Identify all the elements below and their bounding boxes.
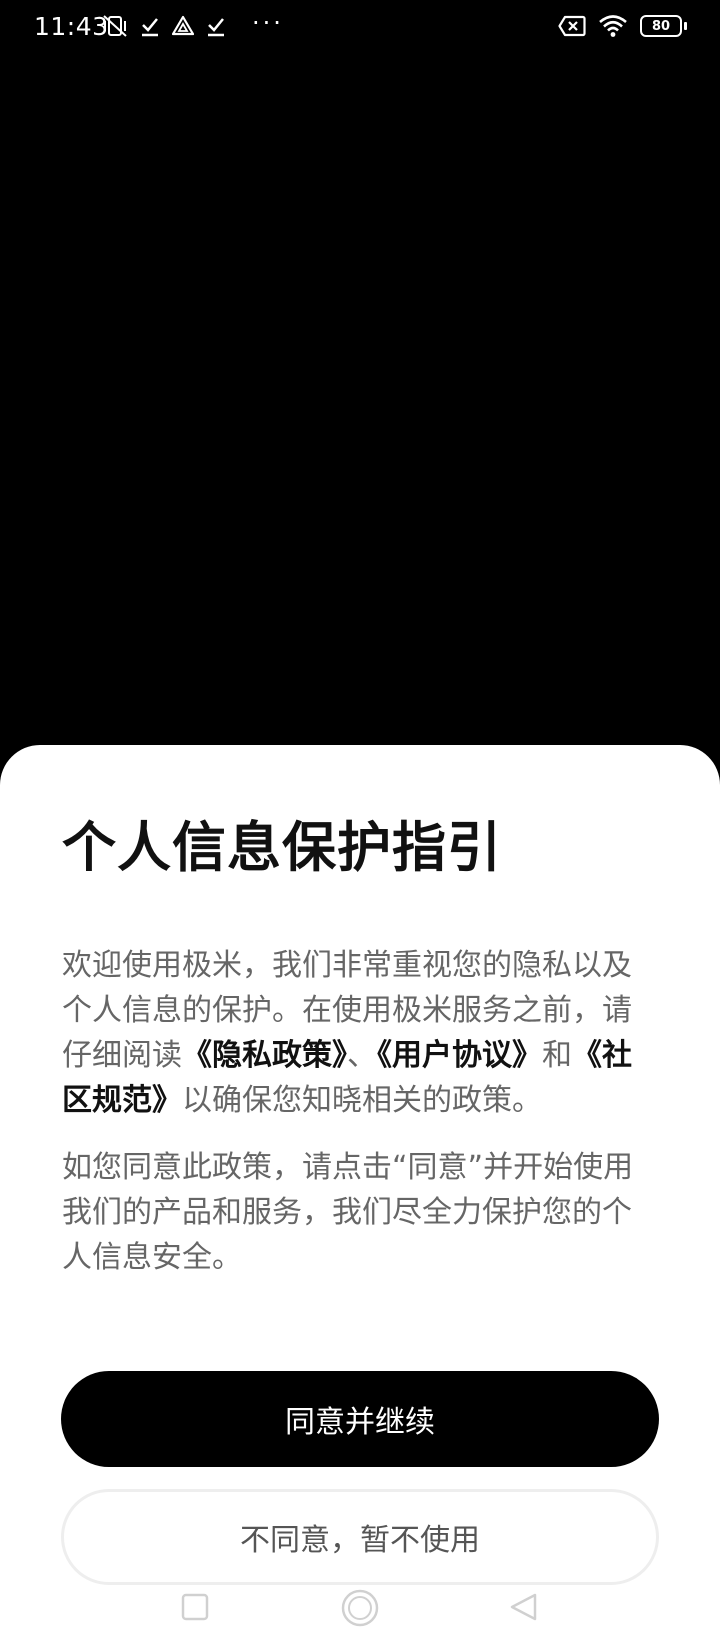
drive-icon xyxy=(172,15,194,37)
consent-line-2: 我们的产品和服务，我们尽全力保护您的个 xyxy=(62,1195,632,1230)
no-sim-icon xyxy=(558,15,586,37)
read-carefully-text: 仔细阅读 xyxy=(62,1038,182,1073)
separator-text: 、 xyxy=(347,1038,377,1073)
status-bar: 11:43 ··· 80 xyxy=(0,0,720,56)
home-icon[interactable] xyxy=(340,1588,380,1632)
and-text: 和 xyxy=(542,1038,572,1073)
community-guidelines-link-cont[interactable]: 区规范》 xyxy=(62,1083,182,1118)
privacy-intro-paragraph: 欢迎使用极米，我们非常重视您的隐私以及 个人信息的保护。在使用极米服务之前，请 … xyxy=(62,943,658,1123)
system-icons: 80 xyxy=(558,14,687,38)
check-icon xyxy=(140,15,160,37)
privacy-policy-link[interactable]: 《隐私政策》 xyxy=(182,1038,347,1073)
battery-level: 80 xyxy=(651,18,671,34)
disagree-button[interactable]: 不同意，暂不使用 xyxy=(61,1489,659,1585)
check-icon xyxy=(206,15,226,37)
intro-line-1: 欢迎使用极米，我们非常重视您的隐私以及 xyxy=(62,948,632,983)
dialog-title: 个人信息保护指引 xyxy=(62,816,502,879)
user-agreement-link[interactable]: 《用户协议》 xyxy=(377,1038,542,1073)
intro-line-3: 仔细阅读《隐私政策》、《用户协议》和《社 xyxy=(62,1033,658,1078)
consent-paragraph: 如您同意此政策，请点击“同意”并开始使用 我们的产品和服务，我们尽全力保护您的个… xyxy=(62,1145,658,1280)
consent-line-3: 人信息安全。 xyxy=(62,1240,242,1275)
notification-icons: ··· xyxy=(102,9,284,38)
intro-line-2: 个人信息的保护。在使用极米服务之前，请 xyxy=(62,993,632,1028)
privacy-dialog: 个人信息保护指引 欢迎使用极米，我们非常重视您的隐私以及 个人信息的保护。在使用… xyxy=(0,745,720,1650)
ensure-text: 以确保您知晓相关的政策。 xyxy=(182,1083,542,1118)
community-guidelines-link[interactable]: 《社 xyxy=(572,1038,632,1073)
status-time: 11:43 xyxy=(34,12,109,41)
agree-continue-button[interactable]: 同意并继续 xyxy=(61,1371,659,1467)
more-notifications-icon: ··· xyxy=(252,9,284,37)
vibrate-off-icon xyxy=(102,14,128,38)
app-screen: 11:43 ··· 80 个人信息保护指引 欢迎使用极米，我们非常重视您的隐私以… xyxy=(0,0,720,1650)
battery-icon: 80 xyxy=(640,15,687,37)
wifi-icon xyxy=(598,14,628,38)
intro-line-4: 区规范》以确保您知晓相关的政策。 xyxy=(62,1078,658,1123)
recents-icon[interactable] xyxy=(180,1592,210,1626)
consent-line-1: 如您同意此政策，请点击“同意”并开始使用 xyxy=(62,1150,634,1185)
back-icon[interactable] xyxy=(508,1592,538,1626)
navigation-bar xyxy=(0,1580,720,1640)
